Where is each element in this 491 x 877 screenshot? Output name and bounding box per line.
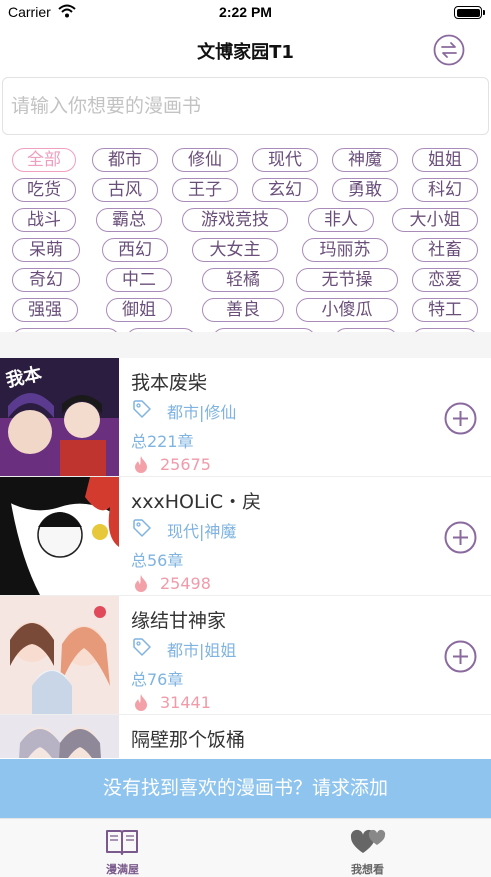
tab-label: 我想看 (351, 863, 384, 876)
tag[interactable]: 无节操 (296, 268, 398, 292)
tag-row: 强强 御姐 善良 小傻瓜 特工 (0, 298, 491, 324)
tag[interactable]: 轻橘 (202, 268, 284, 292)
tag[interactable]: 现代 (252, 148, 318, 172)
tag[interactable]: 科幻 (412, 178, 478, 202)
add-to-favorites-button[interactable] (444, 521, 477, 554)
tag[interactable]: 非人 (308, 208, 374, 232)
tag[interactable]: 恋爱 (412, 268, 478, 292)
manga-cover[interactable] (0, 477, 119, 595)
tag[interactable]: 修仙 (172, 148, 238, 172)
tab-label: 漫满屋 (106, 863, 139, 876)
manga-genre: 都市|修仙 (167, 403, 237, 422)
manga-item[interactable]: 缘结甘神家 都市|姐姐 总76章 31441 (0, 596, 491, 715)
tag[interactable]: 西幻 (102, 238, 168, 262)
tag-icon (133, 638, 151, 656)
tag-icon (133, 400, 151, 418)
manga-title: 我本废柴 (131, 372, 208, 394)
tab-manga-home[interactable]: 漫满屋 (0, 819, 245, 877)
tag[interactable]: 游戏竞技 (182, 208, 288, 232)
tag[interactable]: 善良 (202, 298, 284, 322)
tag[interactable]: 勇敢 (332, 178, 398, 202)
tag[interactable]: 御姐 (106, 298, 172, 322)
fire-icon (135, 456, 147, 473)
tag[interactable]: 奇幻 (12, 268, 80, 292)
tag[interactable]: 大小姐 (392, 208, 478, 232)
tag[interactable]: 中二 (106, 268, 172, 292)
tab-bar: 漫满屋 我想看 (0, 818, 491, 877)
search-input[interactable] (11, 78, 481, 134)
manga-cover[interactable] (0, 715, 119, 758)
category-tags: 全部 都市 修仙 现代 神魔 姐姐 吃货 古风 王子 玄幻 勇敢 科幻 战斗 霸… (0, 144, 491, 332)
tag[interactable]: 强强 (12, 298, 78, 322)
tag-row: 全部 都市 修仙 现代 神魔 姐姐 (0, 148, 491, 174)
tag[interactable]: 社畜 (412, 238, 478, 262)
tag-row: 呆萌 西幻 大女主 玛丽苏 社畜 (0, 238, 491, 264)
fire-icon (135, 575, 147, 592)
status-bar: Carrier 2:22 PM (0, 0, 491, 26)
manga-cover[interactable] (0, 596, 119, 714)
book-icon (106, 830, 138, 855)
tag[interactable]: 特工 (412, 298, 478, 322)
manga-hot-count: 25498 (160, 574, 211, 593)
tag-icon (133, 519, 151, 537)
tab-wishlist[interactable]: 我想看 (245, 819, 490, 877)
manga-hot-count: 31441 (160, 693, 211, 712)
add-to-favorites-button[interactable] (444, 640, 477, 673)
add-to-favorites-button[interactable] (444, 402, 477, 435)
tag-row: 吃货 古风 王子 玄幻 勇敢 科幻 (0, 178, 491, 204)
tag[interactable]: 战斗 (12, 208, 76, 232)
search-box (2, 77, 489, 135)
tag-all[interactable]: 全部 (12, 148, 76, 172)
manga-chapters: 总56章 (131, 551, 184, 570)
tag-row: 奇幻 中二 轻橘 无节操 恋爱 (0, 268, 491, 294)
manga-item[interactable]: 我本 我本废柴 都市|修仙 总221章 25675 (0, 358, 491, 477)
clock: 2:22 PM (219, 4, 272, 20)
list-separator (0, 332, 491, 358)
tag[interactable]: 霸总 (96, 208, 162, 232)
tag[interactable]: 吃货 (12, 178, 76, 202)
tag-row: 战斗 霸总 游戏竞技 非人 大小姐 (0, 208, 491, 234)
tag[interactable]: 呆萌 (12, 238, 80, 262)
fire-icon (135, 694, 147, 711)
manga-item[interactable]: 隔壁那个饭桶 (0, 715, 491, 758)
nav-bar: 文博家园T1 (0, 26, 491, 74)
manga-title: 隔壁那个饭桶 (131, 729, 246, 751)
tag[interactable]: 姐姐 (412, 148, 478, 172)
tag[interactable]: 都市 (92, 148, 158, 172)
request-add-button[interactable]: 没有找到喜欢的漫画书？请求添加 (0, 759, 491, 818)
tag[interactable]: 王子 (172, 178, 238, 202)
manga-title: 缘结甘神家 (131, 610, 227, 632)
page-title: 文博家园T1 (197, 42, 294, 63)
manga-genre: 现代|神魔 (167, 522, 237, 541)
manga-chapters: 总221章 (131, 432, 194, 451)
manga-list: 我本 我本废柴 都市|修仙 总221章 25675 xxxHOLiC・戻 现代|… (0, 358, 491, 758)
manga-item[interactable]: xxxHOLiC・戻 现代|神魔 总56章 25498 (0, 477, 491, 596)
tag[interactable]: 大女主 (192, 238, 278, 262)
tag[interactable]: 小傻瓜 (296, 298, 398, 322)
swap-arrows-icon[interactable] (433, 34, 465, 66)
manga-title: xxxHOLiC・戻 (131, 491, 262, 513)
manga-hot-count: 25675 (160, 455, 211, 474)
hearts-icon (350, 829, 386, 853)
manga-genre: 都市|姐姐 (167, 641, 237, 660)
tag[interactable]: 神魔 (332, 148, 398, 172)
battery-icon (454, 6, 485, 19)
manga-chapters: 总76章 (131, 670, 184, 689)
manga-cover[interactable]: 我本 (0, 358, 119, 476)
tag[interactable]: 玄幻 (252, 178, 318, 202)
tag[interactable]: 玛丽苏 (302, 238, 388, 262)
tag[interactable]: 古风 (92, 178, 158, 202)
